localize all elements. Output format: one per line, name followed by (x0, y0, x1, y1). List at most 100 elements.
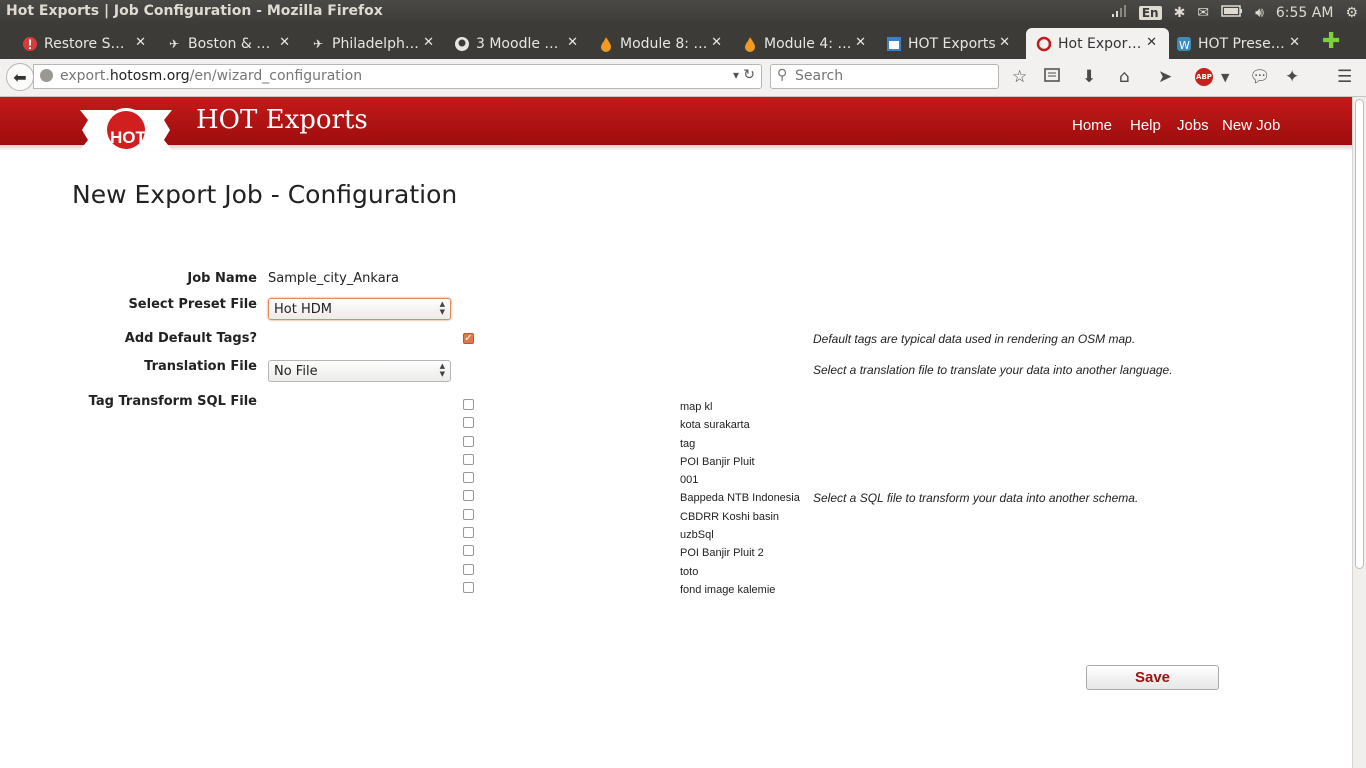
job-name-label: Job Name (187, 271, 257, 286)
sql-file-label: Tag Transform SQL File (88, 394, 257, 409)
browser-tab[interactable]: 3 Moodle … ✕ (454, 28, 590, 59)
default-tags-hint: Default tags are typical data used in re… (813, 332, 1136, 346)
chat-icon[interactable]: 💬︎ (1249, 67, 1271, 87)
sql-file-checkbox[interactable] (463, 417, 474, 428)
browser-tab-active[interactable]: Hot Expor… ✕ (1026, 28, 1169, 59)
keyboard-language-indicator[interactable]: En (1138, 5, 1162, 20)
translation-file-hint: Select a translation file to translate y… (813, 363, 1173, 377)
os-title-bar: Hot Exports | Job Configuration - Mozill… (0, 0, 1366, 25)
page-scrollbar[interactable] (1352, 97, 1366, 768)
close-icon[interactable]: ✕ (1289, 35, 1300, 50)
adblock-icon[interactable]: ABP (1195, 68, 1213, 86)
sql-file-name: uzbSql (680, 529, 714, 541)
close-icon[interactable]: ✕ (135, 35, 146, 50)
send-icon[interactable]: ➤ (1158, 67, 1172, 87)
bluetooth-icon[interactable]: ✱ (1174, 5, 1186, 21)
sql-file-checkbox[interactable] (463, 436, 474, 447)
network-signal-icon[interactable] (1111, 4, 1127, 22)
sql-file-name: 001 (680, 474, 699, 486)
browser-tab[interactable]: W HOT Prese… ✕ (1176, 28, 1312, 59)
reload-icon[interactable]: ↻ (743, 67, 755, 83)
tab-label: 3 Moodle … (476, 35, 559, 52)
sql-file-checkbox[interactable] (463, 527, 474, 538)
menu-hamburger-icon[interactable]: ☰ (1337, 67, 1352, 87)
sql-file-checkbox[interactable] (463, 472, 474, 483)
browser-tab[interactable]: Module 4: … ✕ (742, 28, 878, 59)
chevron-down-icon[interactable]: ▼ (1221, 71, 1229, 84)
extension-icon[interactable]: ✦ (1285, 67, 1299, 87)
browser-tab-strip: Restore S… ✕ ✈ Boston & … ✕ ✈ Philadelph… (0, 25, 1366, 59)
sql-file-hint: Select a SQL file to transform your data… (813, 491, 1139, 505)
close-icon[interactable]: ✕ (999, 35, 1010, 50)
close-icon[interactable]: ✕ (567, 35, 578, 50)
preset-file-select[interactable]: Hot HDM ▲ ▼ (268, 298, 451, 320)
sql-file-checkbox[interactable] (463, 509, 474, 520)
preset-file-label: Select Preset File (128, 297, 257, 312)
default-tags-label: Add Default Tags? (124, 331, 257, 346)
new-tab-plus-icon[interactable]: ✚ (1322, 29, 1340, 54)
search-icon: ⚲ (777, 67, 788, 83)
tab-label: HOT Exports (908, 35, 996, 52)
bookmark-star-icon[interactable]: ☆ (1012, 67, 1027, 87)
search-input[interactable] (795, 68, 985, 84)
logo-text: HOT (110, 128, 146, 147)
site-brand[interactable]: HOT Exports (196, 105, 368, 135)
sql-file-name: Bappeda NTB Indonesia (680, 492, 800, 504)
translation-file-select[interactable]: No File ▲ ▼ (268, 360, 451, 382)
sql-file-name: map kl (680, 401, 713, 413)
nav-link-home[interactable]: Home (1072, 117, 1112, 134)
sql-file-checkbox[interactable] (463, 454, 474, 465)
clock[interactable]: 6:55 AM (1276, 5, 1334, 21)
url-bar[interactable]: export.hotosm.org/en/wizard_configuratio… (33, 64, 762, 89)
sql-file-checkbox[interactable] (463, 564, 474, 575)
back-button[interactable]: ⬅ (6, 63, 34, 91)
sql-file-name: kota surakarta (680, 419, 750, 431)
sql-file-name: POI Banjir Pluit 2 (680, 547, 764, 559)
close-icon[interactable]: ✕ (855, 35, 866, 50)
save-button[interactable]: Save (1086, 665, 1219, 690)
close-icon[interactable]: ✕ (423, 35, 434, 50)
warning-icon (22, 36, 38, 52)
battery-icon[interactable] (1221, 4, 1243, 21)
close-icon[interactable]: ✕ (1146, 35, 1157, 50)
home-icon[interactable]: ⌂ (1119, 67, 1130, 87)
scrollbar-thumb[interactable] (1355, 99, 1364, 569)
close-icon[interactable]: ✕ (279, 35, 290, 50)
browser-tab[interactable]: Restore S… ✕ (22, 28, 158, 59)
browser-tab[interactable]: ✈ Boston & … ✕ (166, 28, 302, 59)
close-icon[interactable]: ✕ (711, 35, 722, 50)
url-text[interactable]: export.hotosm.org/en/wizard_configuratio… (60, 68, 362, 84)
sql-file-checkbox[interactable] (463, 490, 474, 501)
browser-tab[interactable]: Module 8: … ✕ (598, 28, 734, 59)
mail-icon[interactable]: ✉ (1197, 5, 1209, 21)
sql-file-name: fond image kalemie (680, 584, 776, 596)
sql-file-name: toto (680, 566, 699, 578)
select-arrows-icon: ▲ ▼ (439, 300, 445, 316)
settings-gear-icon[interactable]: ⚙ (1345, 5, 1358, 21)
hot-logo-icon (1036, 36, 1052, 52)
download-icon[interactable]: ⬇ (1082, 67, 1096, 87)
back-arrow-icon: ⬅ (13, 67, 27, 87)
nav-link-help[interactable]: Help (1130, 117, 1161, 134)
header-shadow (0, 145, 1352, 151)
url-history-dropdown-icon[interactable]: ▾ (733, 68, 739, 82)
sql-file-name: CBDRR Koshi basin (680, 511, 780, 523)
tab-label: Module 4: … (764, 35, 852, 52)
browser-tab[interactable]: ✈ Philadelph… ✕ (310, 28, 446, 59)
site-identity-icon[interactable] (40, 69, 53, 82)
wordpress-icon: W (1176, 36, 1192, 52)
reading-list-icon[interactable] (1044, 67, 1060, 88)
sql-file-checkbox[interactable] (463, 399, 474, 410)
sql-file-checkbox[interactable] (463, 582, 474, 593)
nav-link-new-job[interactable]: New Job (1222, 117, 1280, 134)
nav-link-jobs[interactable]: Jobs (1177, 117, 1209, 134)
tab-label: Philadelph… (332, 35, 419, 52)
sql-file-checkbox[interactable] (463, 545, 474, 556)
page-title: New Export Job - Configuration (72, 180, 458, 209)
volume-icon[interactable]: 🔊︎ (1255, 5, 1264, 21)
tab-label: Boston & … (188, 35, 271, 52)
browser-tab[interactable]: HOT Exports ✕ (886, 28, 1022, 59)
github-icon (454, 36, 470, 52)
default-tags-checkbox[interactable]: ✓ (463, 333, 474, 344)
search-bar[interactable]: ⚲ (770, 64, 999, 89)
